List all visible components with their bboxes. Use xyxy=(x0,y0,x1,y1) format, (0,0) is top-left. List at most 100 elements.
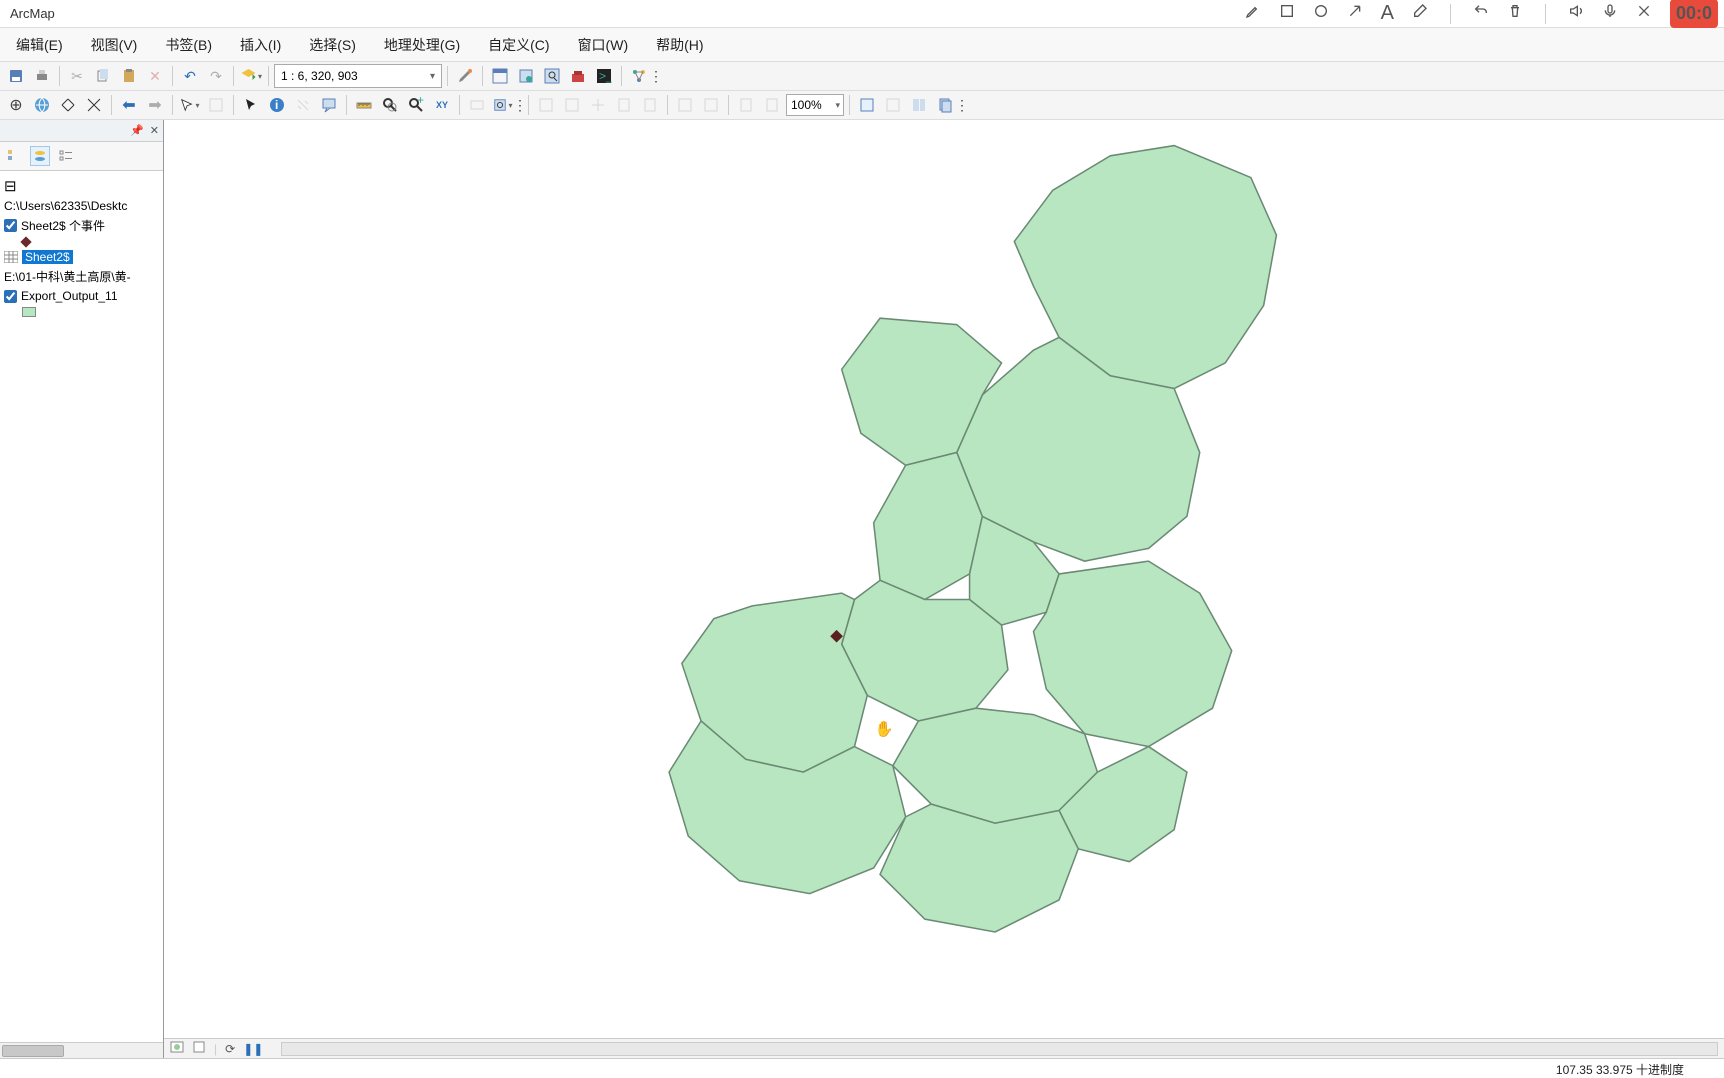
undo-icon[interactable] xyxy=(1473,3,1489,24)
close-panel-icon[interactable]: ✕ xyxy=(150,124,159,137)
menu-selection[interactable]: 选择(S) xyxy=(295,29,370,61)
menu-geoprocessing[interactable]: 地理处理(G) xyxy=(370,29,474,61)
toolbar-handle[interactable]: ⋮ xyxy=(653,64,659,88)
layout-zoom-out-icon xyxy=(560,93,584,117)
go-to-xy-icon[interactable]: XY xyxy=(430,93,454,117)
map-canvas[interactable]: ✋ xyxy=(164,120,1724,1028)
menu-edit[interactable]: 编辑(E) xyxy=(2,29,77,61)
text-icon[interactable]: A xyxy=(1381,2,1394,25)
add-data-icon[interactable] xyxy=(239,64,263,88)
separator xyxy=(667,95,668,115)
identify-icon[interactable]: i xyxy=(265,93,289,117)
pause-drawing-icon[interactable]: ❚❚ xyxy=(243,1042,263,1056)
model-builder-icon[interactable] xyxy=(627,64,651,88)
close-icon[interactable] xyxy=(1636,3,1652,24)
menu-insert[interactable]: 插入(I) xyxy=(226,29,295,61)
separator xyxy=(233,66,234,86)
separator xyxy=(268,66,269,86)
square-icon[interactable] xyxy=(1279,3,1295,24)
menu-view[interactable]: 视图(V) xyxy=(77,29,152,61)
measure-icon[interactable] xyxy=(352,93,376,117)
layout-pan-icon xyxy=(586,93,610,117)
menu-help[interactable]: 帮助(H) xyxy=(642,29,717,61)
toc-symbol-polygon[interactable] xyxy=(2,305,161,319)
menu-window[interactable]: 窗口(W) xyxy=(564,29,643,61)
layer-checkbox[interactable] xyxy=(4,290,17,303)
toc-dataframe-icon[interactable]: ⊟ xyxy=(2,175,161,197)
scale-combo[interactable]: 1 : 6, 320, 903 xyxy=(274,64,442,88)
record-badge[interactable]: 00:0 xyxy=(1670,0,1718,28)
find-icon[interactable] xyxy=(378,93,402,117)
find-route-icon[interactable]: + xyxy=(404,93,428,117)
toc-tree[interactable]: ⊟ C:\Users\62335\Desktc Sheet2$ 个事件 Shee… xyxy=(0,171,163,1042)
copy-icon[interactable] xyxy=(91,64,115,88)
layout-forward-icon xyxy=(699,93,723,117)
toc-symbol-point[interactable] xyxy=(2,236,161,248)
fixed-zoom-out-icon[interactable] xyxy=(82,93,106,117)
arrow-icon[interactable] xyxy=(1347,3,1363,24)
list-by-source-icon[interactable] xyxy=(30,146,50,166)
arctoolbox-icon[interactable] xyxy=(566,64,590,88)
circle-icon[interactable] xyxy=(1313,3,1329,24)
separator xyxy=(172,66,173,86)
select-elements-icon[interactable] xyxy=(239,93,263,117)
list-by-visibility-icon[interactable] xyxy=(56,146,76,166)
back-icon[interactable]: ⬅ xyxy=(117,93,141,117)
layout-zoom-combo[interactable]: 100% xyxy=(786,94,844,116)
toggle-draft-icon[interactable] xyxy=(855,93,879,117)
globe-icon[interactable] xyxy=(30,93,54,117)
toc-source-path-2[interactable]: E:\01-中科\黄土高原\黄- xyxy=(2,266,161,287)
toc-table-sheet2[interactable]: Sheet2$ xyxy=(2,248,161,266)
layout-view-tab-icon[interactable] xyxy=(192,1041,206,1056)
table-of-contents-icon[interactable] xyxy=(488,64,512,88)
refresh-view-icon[interactable]: ⟳ xyxy=(225,1042,235,1056)
editor-toolbar-icon[interactable] xyxy=(453,64,477,88)
python-window-icon[interactable]: >_ xyxy=(592,64,616,88)
zoom-in-icon[interactable]: ⊕ xyxy=(4,93,28,117)
table-icon xyxy=(4,251,18,263)
fixed-zoom-in-icon[interactable] xyxy=(56,93,80,117)
eraser-icon[interactable] xyxy=(1412,3,1428,24)
trash-icon[interactable] xyxy=(1507,3,1523,24)
layer-checkbox[interactable] xyxy=(4,219,17,232)
title-bar: ArcMap A xyxy=(0,0,1724,28)
select-features-icon[interactable] xyxy=(178,93,202,117)
svg-text:i: i xyxy=(275,98,278,112)
separator xyxy=(528,95,529,115)
speaker-icon[interactable] xyxy=(1568,3,1584,24)
toc-layer-export-output[interactable]: Export_Output_11 xyxy=(2,287,161,305)
divider xyxy=(1545,4,1546,24)
polygon-layer[interactable] xyxy=(669,146,1276,932)
html-popup-icon[interactable] xyxy=(317,93,341,117)
catalog-icon[interactable] xyxy=(514,64,538,88)
pin-icon[interactable]: 📌 xyxy=(130,124,144,137)
list-by-drawing-icon[interactable] xyxy=(4,146,24,166)
map-display[interactable]: ✋ | ⟳ ❚❚ xyxy=(164,120,1724,1058)
toolbar-handle[interactable]: ⋮ xyxy=(959,93,965,117)
toc-source-path-1[interactable]: C:\Users\62335\Desktc xyxy=(2,197,161,215)
toc-horizontal-scrollbar[interactable] xyxy=(0,1042,163,1058)
undo-icon[interactable]: ↶ xyxy=(178,64,202,88)
separator xyxy=(346,95,347,115)
menu-customize[interactable]: 自定义(C) xyxy=(474,29,563,61)
table-of-contents-panel: 📌 ✕ ⊟ C:\Users\62335\Desktc Sheet2$ 个事件 … xyxy=(0,120,164,1058)
svg-text:>_: >_ xyxy=(599,69,612,83)
clear-selection-icon xyxy=(204,93,228,117)
pencil-icon[interactable] xyxy=(1245,3,1261,24)
change-layout-icon[interactable] xyxy=(907,93,931,117)
main-area: 📌 ✕ ⊟ C:\Users\62335\Desktc Sheet2$ 个事件 … xyxy=(0,120,1724,1058)
map-horizontal-scrollbar[interactable] xyxy=(281,1042,1718,1056)
paste-icon[interactable] xyxy=(117,64,141,88)
save-icon[interactable] xyxy=(4,64,28,88)
create-viewer-icon[interactable] xyxy=(491,93,515,117)
menu-bookmarks[interactable]: 书签(B) xyxy=(151,29,226,61)
point-symbol-icon xyxy=(20,236,31,247)
mic-icon[interactable] xyxy=(1602,3,1618,24)
data-view-tab-icon[interactable] xyxy=(170,1041,184,1056)
search-window-icon[interactable] xyxy=(540,64,564,88)
toolbar-handle[interactable]: ⋮ xyxy=(517,93,523,117)
coordinates-readout: 107.35 33.975 十进制度 xyxy=(1556,1061,1684,1078)
data-driven-pages-icon[interactable] xyxy=(933,93,957,117)
print-icon[interactable] xyxy=(30,64,54,88)
toc-layer-sheet2-events[interactable]: Sheet2$ 个事件 xyxy=(2,215,161,236)
